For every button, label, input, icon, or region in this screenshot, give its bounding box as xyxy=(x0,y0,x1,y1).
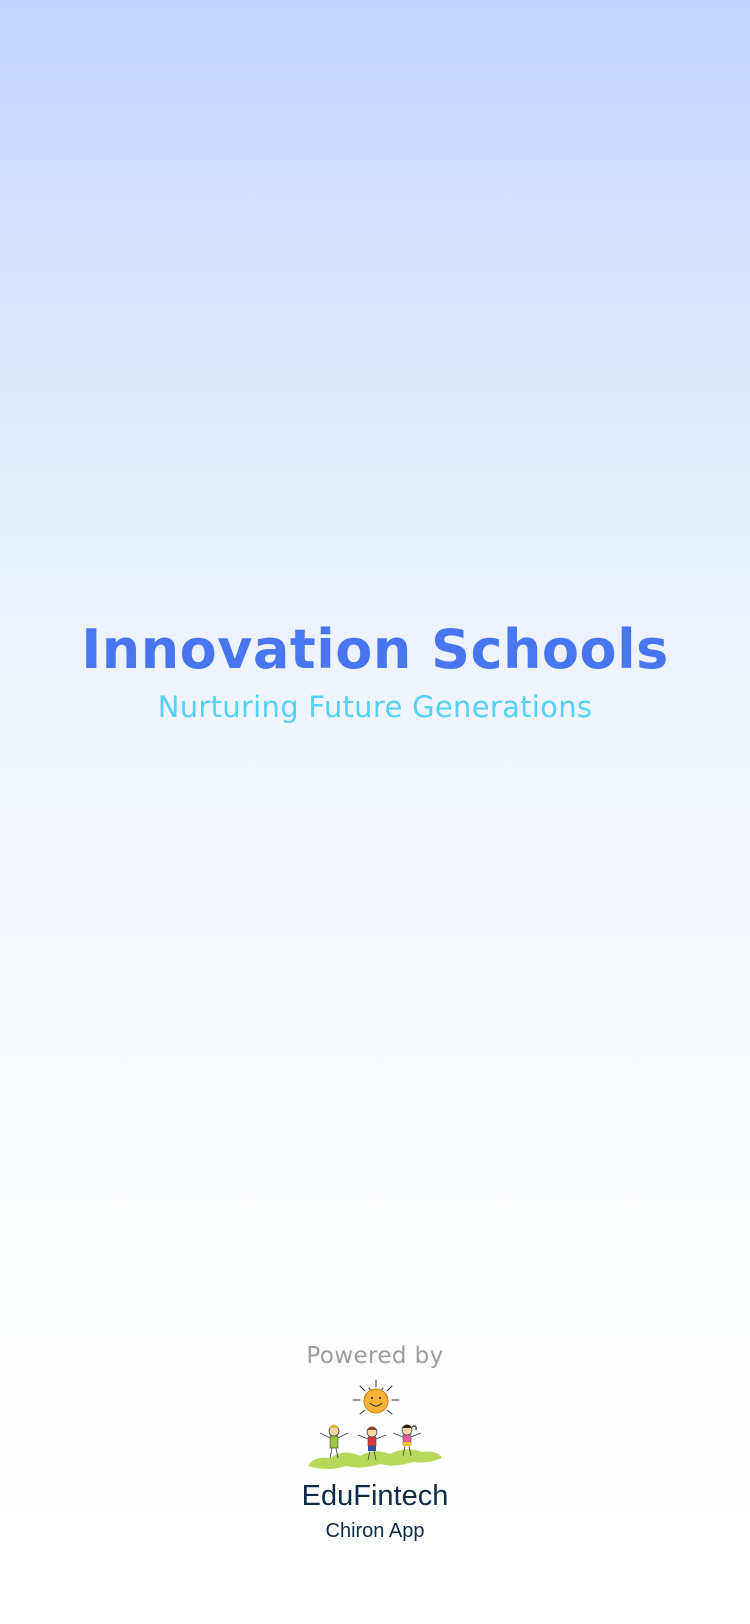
kids-and-sun-logo-icon xyxy=(308,1379,442,1469)
product-name: Chiron App xyxy=(325,1520,425,1542)
powered-by-label: Powered by xyxy=(306,1343,444,1369)
splash-screen: Innovation Schools Nurturing Future Gene… xyxy=(0,0,750,1624)
powered-by-footer: Powered by EduFintech Chiron App xyxy=(0,1338,750,1546)
brand-block: Innovation Schools Nurturing Future Gene… xyxy=(0,615,750,727)
app-tagline: Nurturing Future Generations xyxy=(157,690,593,724)
company-name: EduFintech xyxy=(301,1480,449,1512)
app-title: Innovation Schools xyxy=(81,618,669,681)
